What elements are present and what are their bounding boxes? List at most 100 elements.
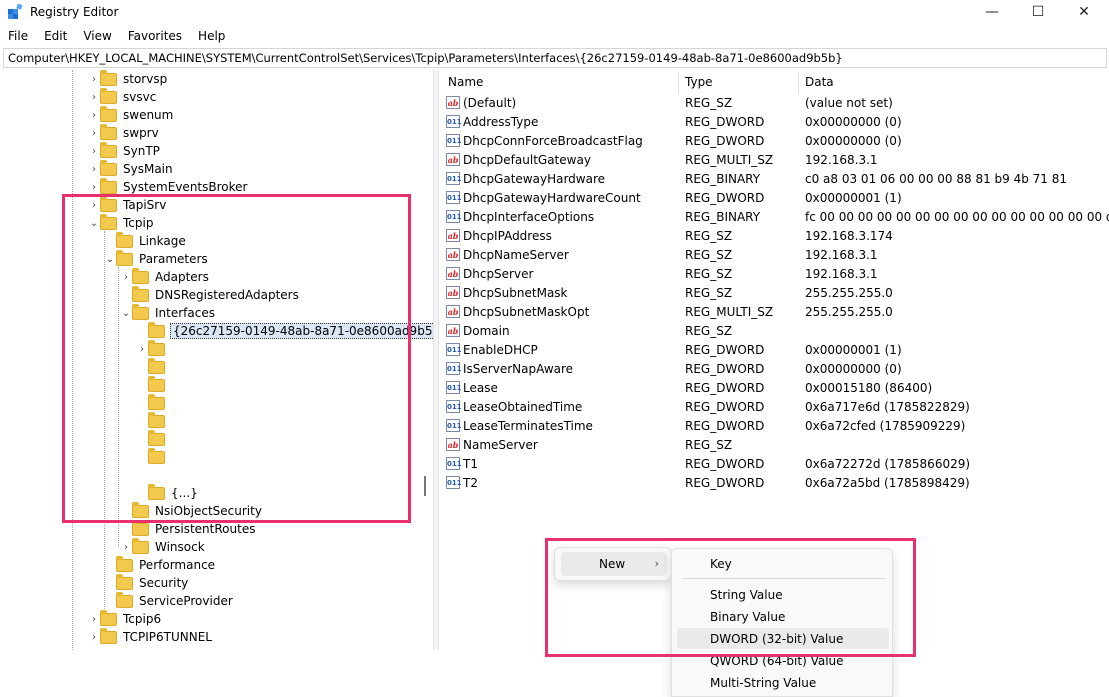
tree-item-swenum[interactable]: › swenum (88, 105, 174, 124)
chevron-right-icon[interactable]: › (136, 344, 148, 355)
address-bar[interactable]: Computer\HKEY_LOCAL_MACHINE\SYSTEM\Curre… (3, 48, 1107, 68)
string-value-icon: ab (446, 229, 460, 242)
table-row[interactable]: 011 AddressType REG_DWORD 0x00000000 (0) (440, 113, 1109, 132)
tree-item-interface-3[interactable] (136, 357, 170, 376)
tree-item-interface-2[interactable]: › (136, 339, 170, 358)
chevron-down-icon[interactable]: ⌄ (120, 308, 132, 319)
tree-item-performance[interactable]: Performance (104, 555, 216, 574)
chevron-right-icon[interactable]: › (88, 146, 100, 157)
column-header-data[interactable]: Data (805, 75, 834, 89)
menu-separator (682, 578, 886, 579)
menu-item-string-value[interactable]: String Value (677, 584, 889, 605)
table-row[interactable]: 011 IsServerNapAware REG_DWORD 0x00000000 (… (440, 360, 1109, 379)
menu-item-dword-value[interactable]: DWORD (32-bit) Value (677, 628, 889, 649)
tree-item-svsvc[interactable]: › svsvc (88, 87, 157, 106)
tree-item-interface-4[interactable] (136, 375, 170, 394)
table-row[interactable]: 011 DhcpInterfaceOptions REG_BINARY fc 00 0… (440, 208, 1109, 227)
tree-item-interface-6[interactable] (136, 411, 170, 430)
chevron-right-icon[interactable]: › (88, 128, 100, 139)
table-row[interactable]: ab DhcpNameServer REG_SZ 192.168.3.1 (440, 246, 1109, 265)
menu-item-key[interactable]: Key (677, 553, 889, 574)
chevron-right-icon[interactable]: › (120, 272, 132, 283)
tree-item-interface-selected[interactable]: {26c27159-0149-48ab-8a71-0e8600ad9b5b} (136, 321, 433, 340)
menu-help[interactable]: Help (190, 27, 233, 47)
chevron-right-icon[interactable]: › (88, 200, 100, 211)
tree-item-parameters[interactable]: ⌄ Parameters (104, 249, 209, 268)
table-row[interactable]: 011 DhcpConnForceBroadcastFlag REG_DWORD 0x… (440, 132, 1109, 151)
close-button[interactable]: ✕ (1061, 0, 1107, 24)
maximize-button[interactable]: ☐ (1015, 0, 1061, 24)
chevron-down-icon[interactable]: ⌄ (88, 218, 100, 229)
value-name: DhcpSubnetMaskOpt (463, 305, 590, 319)
value-name: DhcpServer (463, 267, 534, 281)
tree-item-tapisrv[interactable]: › TapiSrv (88, 195, 167, 214)
menu-view[interactable]: View (75, 27, 119, 47)
value-data: 0x00000001 (1) (805, 343, 902, 357)
tree-item-tcpip[interactable]: ⌄ Tcpip (88, 213, 154, 232)
tree-item-adapters[interactable]: › Adapters (120, 267, 210, 286)
chevron-right-icon[interactable]: › (88, 164, 100, 175)
folder-icon (132, 519, 149, 536)
menu-item-qword-value[interactable]: QWORD (64-bit) Value (677, 650, 889, 671)
value-type: REG_SZ (685, 96, 733, 110)
tree-item-dnsregisteredadapters[interactable]: DNSRegisteredAdapters (120, 285, 300, 304)
tree-item-serviceprovider[interactable]: ServiceProvider (104, 591, 234, 610)
table-row[interactable]: ab (Default) REG_SZ (value not set) (440, 94, 1109, 113)
chevron-down-icon[interactable]: ⌄ (104, 254, 116, 265)
table-row[interactable]: ab DhcpDefaultGateway REG_MULTI_SZ 192.168.… (440, 151, 1109, 170)
chevron-right-icon[interactable]: › (88, 632, 100, 643)
table-row[interactable]: ab DhcpServer REG_SZ 192.168.3.1 (440, 265, 1109, 284)
value-name: DhcpInterfaceOptions (463, 210, 595, 224)
chevron-right-icon[interactable]: › (88, 92, 100, 103)
menu-item-binary-value[interactable]: Binary Value (677, 606, 889, 627)
tree-item-tcpip6[interactable]: › Tcpip6 (88, 609, 162, 628)
tree-item-swprv[interactable]: › swprv (88, 123, 160, 142)
table-row[interactable]: ab DhcpIPAddress REG_SZ 192.168.3.174 (440, 227, 1109, 246)
menu-item-new[interactable]: New › (561, 552, 667, 576)
menu-favorites[interactable]: Favorites (120, 27, 190, 47)
table-row[interactable]: 011 LeaseObtainedTime REG_DWORD 0x6a717e6d … (440, 398, 1109, 417)
menu-edit[interactable]: Edit (36, 27, 75, 47)
tree-item-tcpip6tunnel[interactable]: › TCPIP6TUNNEL (88, 627, 213, 646)
tree-pane[interactable]: › storvsp › svsvc › swenum › swprv › SynTP › S… (0, 70, 433, 650)
tree-item-linkage[interactable]: Linkage (104, 231, 187, 250)
menu-item-multi-string-value[interactable]: Multi-String Value (677, 672, 889, 693)
tree-item-interfaces[interactable]: ⌄ Interfaces (120, 303, 216, 322)
chevron-right-icon[interactable]: › (88, 182, 100, 193)
table-row[interactable]: 011 DhcpGatewayHardware REG_BINARY c0 a8 03… (440, 170, 1109, 189)
tree-item-nsiobjectsecurity[interactable]: NsiObjectSecurity (120, 501, 263, 520)
table-row[interactable]: ab NameServer REG_SZ (440, 436, 1109, 455)
column-header-type[interactable]: Type (685, 75, 713, 89)
chevron-right-icon[interactable]: › (88, 614, 100, 625)
table-row[interactable]: 011 Lease REG_DWORD 0x00015180 (86400) (440, 379, 1109, 398)
table-row[interactable]: 011 T1 REG_DWORD 0x6a72272d (1785866029) (440, 455, 1109, 474)
menu-file[interactable]: File (0, 27, 36, 47)
tree-item-winsock[interactable]: › Winsock (120, 537, 206, 556)
tree-item-persistentroutes[interactable]: PersistentRoutes (120, 519, 256, 538)
table-row[interactable]: 011 DhcpGatewayHardwareCount REG_DWORD 0x00… (440, 189, 1109, 208)
scrollbar-thumb[interactable] (424, 476, 426, 496)
table-row[interactable]: 011 LeaseTerminatesTime REG_DWORD 0x6a72cfe… (440, 417, 1109, 436)
table-row[interactable]: ab Domain REG_SZ (440, 322, 1109, 341)
chevron-right-icon[interactable]: › (88, 110, 100, 121)
value-type: REG_SZ (685, 229, 733, 243)
pane-splitter[interactable] (433, 70, 439, 650)
chevron-right-icon[interactable]: › (120, 542, 132, 553)
column-header-name[interactable]: Name (448, 75, 483, 89)
table-row[interactable]: 011 EnableDHCP REG_DWORD 0x00000001 (1) (440, 341, 1109, 360)
chevron-right-icon[interactable]: › (88, 74, 100, 85)
minimize-button[interactable]: — (969, 0, 1015, 24)
tree-item-interface-7[interactable] (136, 429, 170, 448)
tree-item-systemeventsbroker[interactable]: › SystemEventsBroker (88, 177, 248, 196)
table-row[interactable]: 011 T2 REG_DWORD 0x6a72a5bd (1785898429) (440, 474, 1109, 493)
tree-item-security[interactable]: Security (104, 573, 189, 592)
table-row[interactable]: ab DhcpSubnetMask REG_SZ 255.255.255.0 (440, 284, 1109, 303)
tree-item-interface-5[interactable] (136, 393, 170, 412)
tree-item-storvsp[interactable]: › storvsp (88, 70, 168, 88)
value-data: 0x00000000 (0) (805, 362, 902, 376)
tree-item-syntp[interactable]: › SynTP (88, 141, 161, 160)
context-menu: New › (554, 547, 672, 581)
table-row[interactable]: ab DhcpSubnetMaskOpt REG_MULTI_SZ 255.255.2… (440, 303, 1109, 322)
tree-item-sysmain[interactable]: › SysMain (88, 159, 174, 178)
tree-item-interface-8[interactable] (136, 447, 170, 466)
